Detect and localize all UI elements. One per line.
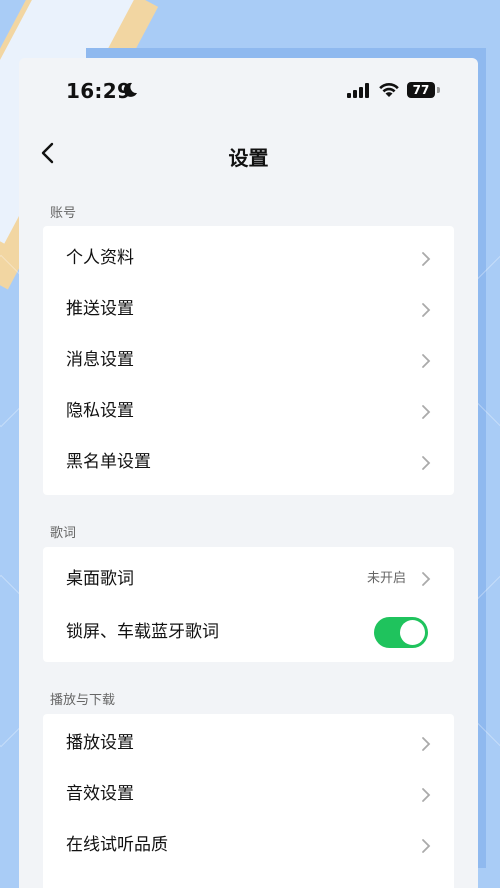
row-label: 推送设置	[66, 299, 134, 319]
status-bar: 16:29 77	[19, 58, 478, 124]
chevron-right-icon	[422, 572, 431, 586]
battery-icon: 77	[407, 82, 435, 98]
chevron-right-icon	[422, 839, 431, 853]
row-label: 在线试听品质	[66, 835, 168, 855]
moon-icon	[123, 82, 137, 97]
lyrics-card: 桌面歌词 未开启 锁屏、车载蓝牙歌词	[43, 547, 454, 662]
row-label: 桌面歌词	[66, 569, 134, 589]
toggle-knob	[400, 620, 425, 645]
section-label-account: 账号	[50, 206, 77, 221]
section-label-lyrics: 歌词	[50, 526, 77, 541]
row-label: 隐私设置	[66, 401, 134, 421]
chevron-right-icon	[422, 405, 431, 419]
account-card: 个人资料 推送设置 消息设置 隐私设置 黑名单设置	[43, 226, 454, 495]
row-playback-settings[interactable]: 播放设置	[43, 718, 454, 769]
row-label: 播放设置	[66, 733, 134, 753]
row-profile[interactable]: 个人资料	[43, 233, 454, 284]
row-desktop-lyrics[interactable]: 桌面歌词 未开启	[43, 553, 454, 605]
row-value: 未开启	[366, 571, 406, 586]
battery-level: 77	[412, 83, 430, 97]
section-label-playback: 播放与下载	[50, 693, 116, 708]
wifi-icon	[379, 82, 399, 97]
playback-card: 播放设置 音效设置 在线试听品质	[43, 714, 454, 888]
row-push-settings[interactable]: 推送设置	[43, 284, 454, 335]
chevron-right-icon	[422, 354, 431, 368]
lockscreen-lyrics-toggle[interactable]	[374, 617, 428, 648]
page-title: 设置	[228, 146, 269, 170]
settings-screen: 16:29 77 设置 账号 个人资料 推送设置 消息设置 隐私设置 黑名单设置…	[19, 58, 478, 888]
signal-icon	[347, 83, 369, 98]
row-sound-effects[interactable]: 音效设置	[43, 769, 454, 820]
row-message-settings[interactable]: 消息设置	[43, 335, 454, 386]
chevron-right-icon	[422, 303, 431, 317]
battery-nub	[437, 87, 440, 93]
row-label: 个人资料	[66, 248, 134, 268]
chevron-right-icon	[422, 456, 431, 470]
row-label: 锁屏、车载蓝牙歌词	[66, 622, 219, 642]
chevron-right-icon	[422, 737, 431, 751]
chevron-right-icon	[422, 252, 431, 266]
row-label: 音效设置	[66, 784, 134, 804]
row-privacy-settings[interactable]: 隐私设置	[43, 386, 454, 437]
row-label: 消息设置	[66, 350, 134, 370]
row-label: 黑名单设置	[66, 452, 151, 472]
row-lockscreen-lyrics: 锁屏、车载蓝牙歌词	[43, 605, 454, 659]
chevron-right-icon	[422, 788, 431, 802]
row-blacklist-settings[interactable]: 黑名单设置	[43, 437, 454, 488]
row-streaming-quality[interactable]: 在线试听品质	[43, 820, 454, 871]
